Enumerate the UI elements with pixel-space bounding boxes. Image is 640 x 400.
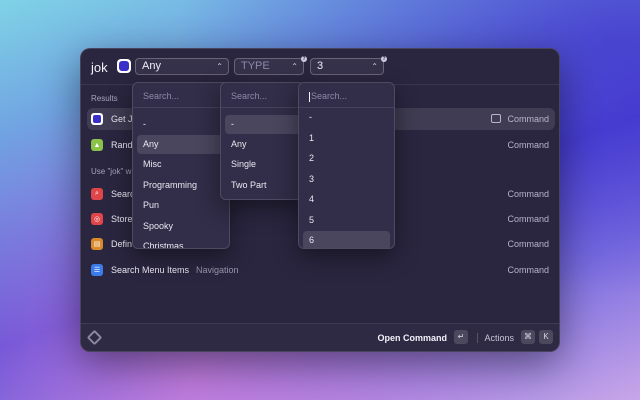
section-header-results: Results [91,94,118,103]
info-icon: ? [301,56,307,62]
jokes-extension-icon [91,113,103,125]
list-item-title: Defin [111,239,133,249]
divider [221,107,304,108]
category-dropdown[interactable]: Any ⌃ [135,58,229,75]
menu-items-icon: ☰ [91,264,103,276]
section-header-fallback: Use "jok" w [91,167,132,176]
type-menu: Search... - Any Single Two Part [220,82,305,200]
amount-menu-search[interactable]: Search... [309,91,347,102]
action-bar: Open Command ↵ Actions ⌘ K [81,323,559,351]
menu-item[interactable]: Two Part [225,176,300,195]
list-item-title: Search Menu Items [111,265,190,275]
list-item-subtitle: Navigation [196,265,239,275]
list-item-accessory: Command [507,239,549,249]
menu-item[interactable]: 6 [303,231,390,248]
amount-dropdown-value: 3 [317,60,324,72]
category-dropdown-value: Any [142,60,161,72]
menu-item[interactable]: Single [225,155,300,174]
type-dropdown[interactable]: TYPE ⌃ [234,58,304,75]
jokes-extension-icon [117,59,131,73]
book-icon: ▤ [91,238,103,250]
k-key: K [539,330,553,344]
divider [133,107,229,108]
menu-item[interactable]: - [303,108,390,127]
search-bar: jok Any ⌃ TYPE ⌃ ? 3 ⌃ ? [81,49,559,85]
category-menu: Search... - Any Misc Programming Pun Spo… [132,82,230,249]
info-icon: ? [381,56,387,62]
menu-item[interactable]: Any [225,135,300,154]
type-dropdown-value: TYPE [241,60,270,72]
chevron-down-icon: ⌃ [371,62,378,71]
store-icon: ◎ [91,213,103,225]
menu-item[interactable]: 5 [303,211,390,230]
amount-menu-search-placeholder: Search... [311,91,348,101]
menu-item[interactable]: 1 [303,129,390,148]
list-item-accessory: Command [507,114,549,124]
random-icon: ▲ [91,139,103,151]
open-command-button[interactable]: Open Command [377,333,447,343]
menu-item[interactable]: Any [137,135,225,154]
list-item-title: Get J [111,114,133,124]
menu-item[interactable]: 4 [303,190,390,209]
category-menu-search[interactable]: Search... [143,91,179,101]
divider [477,333,478,343]
list-item[interactable]: ☰ Search Menu Items Navigation Command [87,259,555,281]
tray-icon [491,114,501,123]
menu-item[interactable]: 3 [303,170,390,189]
menu-item[interactable]: Pun [137,196,225,215]
command-key-icon: ⌘ [521,330,535,344]
menu-item[interactable]: - [225,115,300,134]
actions-button[interactable]: Actions [484,333,514,343]
raycast-logo-icon[interactable] [86,329,103,346]
text-caret [309,91,310,102]
list-item-accessory: Command [507,265,549,275]
menu-item[interactable]: - [137,115,225,134]
menu-item[interactable]: 2 [303,149,390,168]
menu-item[interactable]: Misc [137,155,225,174]
menu-item[interactable]: Christmas [137,237,225,248]
amount-menu: Search... - 1 2 3 4 5 6 [298,82,395,249]
search-icon: ⌕ [91,188,103,200]
menu-item[interactable]: Spooky [137,217,225,236]
chevron-down-icon: ⌃ [291,62,298,71]
menu-item[interactable]: Programming [137,176,225,195]
enter-key-icon: ↵ [454,330,468,344]
list-item-accessory: Command [507,189,549,199]
amount-dropdown[interactable]: 3 ⌃ [310,58,384,75]
list-item-accessory: Command [507,214,549,224]
list-item-accessory: Command [507,140,549,150]
type-menu-search[interactable]: Search... [231,91,267,101]
chevron-down-icon: ⌃ [216,62,223,71]
search-input[interactable]: jok [91,60,108,75]
list-item-title: Store [111,214,133,224]
